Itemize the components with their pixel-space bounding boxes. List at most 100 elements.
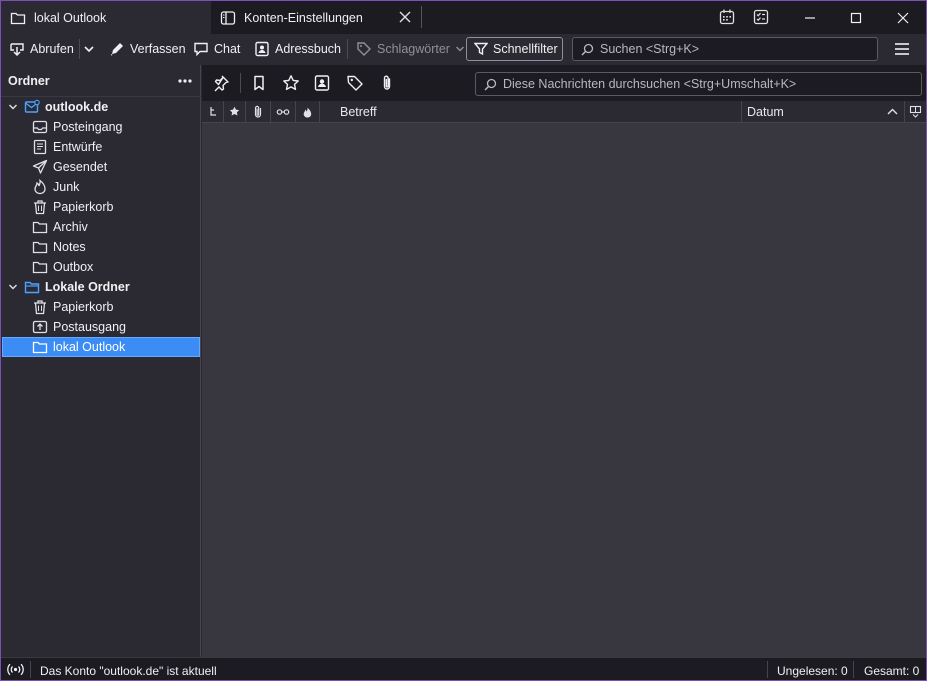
outbox-icon [32,320,48,334]
get-messages-dropdown[interactable] [83,38,95,60]
folder-account-outlook[interactable]: outlook.de [2,97,200,117]
contact-icon[interactable] [313,74,331,92]
tasks-icon[interactable] [752,8,770,26]
junk-status-column[interactable] [296,101,320,122]
calendar-icon[interactable] [718,8,736,26]
total-count: Gesamt: 0 [864,664,920,678]
address-book-button[interactable]: Adressbuch [254,38,341,60]
thunderbird-window: lokal Outlook Konten-Einstellungen Abruf… [1,1,926,680]
chat-label: Chat [214,42,241,56]
title-bar: lokal Outlook Konten-Einstellungen [1,1,926,34]
folder-papierkorb[interactable]: Papierkorb [2,197,200,217]
folder-lokal-outlook[interactable]: lokal Outlook [2,337,200,357]
menu-icon[interactable] [894,42,910,56]
folder-gesendet[interactable]: Gesendet [2,157,200,177]
get-messages-label: Abrufen [30,42,74,56]
folder-label: Entwürfe [53,140,103,154]
trash-icon [34,300,46,315]
status-message: Das Konto "outlook.de" ist aktuell [40,664,217,678]
folder-junk[interactable]: Junk [2,177,200,197]
status-separator [767,661,768,678]
unread-count: Ungelesen: 0 [777,664,848,678]
folder-entwuerfe[interactable]: Entwürfe [2,137,200,157]
thread-icon [209,106,216,116]
message-search-placeholder: Diese Nachrichten durchsuchen <Strg+Umsc… [503,77,797,91]
close-tab-icon[interactable] [398,10,412,24]
close-icon [897,12,909,23]
read-status-column[interactable] [271,101,296,122]
chevron-down-icon[interactable] [8,102,18,112]
inbox-icon [32,120,48,134]
folder-posteingang[interactable]: Posteingang [2,117,200,137]
trash-icon [34,200,46,215]
folder-local-papierkorb[interactable]: Papierkorb [2,297,200,317]
more-options-icon[interactable] [177,74,193,88]
attachment-icon[interactable] [378,74,396,92]
folder-icon [32,341,48,354]
search-icon [581,43,594,56]
folder-outbox[interactable]: Outbox [2,257,200,277]
chevron-down-icon [455,46,464,52]
quick-filter-button[interactable]: Schnellfilter [466,37,563,61]
tag-icon[interactable] [346,74,364,92]
close-window-button[interactable] [880,1,926,34]
get-messages-button[interactable]: Abrufen [9,38,74,60]
folder-notes[interactable]: Notes [2,237,200,257]
folder-archiv[interactable]: Archiv [2,217,200,237]
column-picker-icon[interactable] [909,105,922,118]
toolbar-separator [79,39,80,59]
star-icon [229,106,240,116]
search-icon [484,78,497,91]
tags-button[interactable]: Schlagwörter [356,38,465,60]
junk-icon [303,107,312,117]
chat-icon [194,42,208,57]
chat-button[interactable]: Chat [193,38,240,60]
toolbar-separator [347,39,348,59]
message-search-input[interactable]: Diese Nachrichten durchsuchen <Strg+Umsc… [475,72,922,96]
message-list-header: Betreff Datum [202,101,926,123]
quick-filter-label: Schnellfilter [493,42,558,56]
tab-separator [421,6,422,28]
folder-account-lokale-ordner[interactable]: Lokale Ordner [2,277,200,297]
main-toolbar: Abrufen Verfassen Chat Adressbuch Schlag… [1,34,926,64]
folder-icon [10,12,26,24]
folder-label: Gesendet [53,160,108,174]
tab-label: Konten-Einstellungen [244,10,363,25]
settings-tab-icon [220,10,236,25]
tag-icon [357,42,371,56]
pencil-icon [110,43,123,56]
pin-icon[interactable] [212,74,230,92]
status-separator [853,661,854,678]
global-search-placeholder: Suchen <Strg+K> [600,42,700,56]
filter-icon [474,42,488,56]
folder-label: outlook.de [45,100,109,114]
folder-label: Lokale Ordner [45,280,130,294]
thread-column[interactable] [202,101,224,122]
compose-button[interactable]: Verfassen [109,38,186,60]
star-icon[interactable] [282,74,300,92]
sent-icon [32,159,48,174]
address-book-label: Adressbuch [275,42,342,56]
folder-label: Papierkorb [53,200,114,214]
filter-separator [240,73,241,93]
folder-label: Archiv [53,220,88,234]
folder-label: Postausgang [53,320,126,334]
chevron-down-icon[interactable] [8,282,18,292]
online-status-icon[interactable] [7,663,24,676]
folder-label: lokal Outlook [53,340,126,354]
attachment-icon [254,105,262,118]
status-bar: Das Konto "outlook.de" ist aktuell Ungel… [1,657,926,680]
folder-pane-title: Ordner [8,73,50,88]
starred-column[interactable] [224,101,246,122]
tab-konten-einstellungen[interactable]: Konten-Einstellungen [211,1,421,34]
folder-postausgang[interactable]: Postausgang [2,317,200,337]
folder-pane-header: Ordner [1,65,201,97]
unread-bookmark-icon[interactable] [250,74,268,92]
minimize-button[interactable] [787,1,833,34]
chevron-down-icon [84,46,94,53]
tab-lokal-outlook[interactable]: lokal Outlook [1,1,211,34]
folder-label: Outbox [53,260,94,274]
attachment-column[interactable] [246,101,271,122]
maximize-button[interactable] [833,1,879,34]
global-search-input[interactable]: Suchen <Strg+K> [572,37,878,61]
